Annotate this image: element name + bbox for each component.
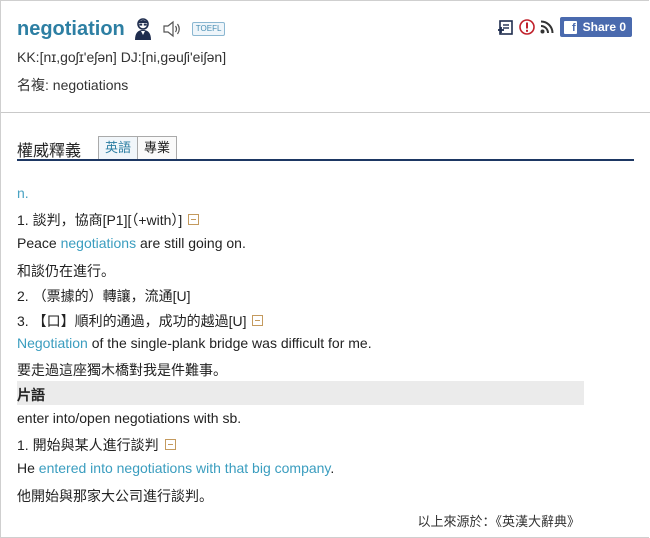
section-rule	[17, 159, 634, 161]
pronunciation: KK:[nɪ,goʃɪ'eʃən] DJ:[ni,gəuʃi'eiʃən]	[17, 49, 227, 65]
collapse-icon[interactable]	[188, 214, 200, 225]
collapse-icon[interactable]	[252, 315, 264, 326]
phrase: enter into/open negotiations with sb.	[17, 410, 242, 426]
facebook-share-button[interactable]: f Share 0	[559, 17, 632, 37]
part-of-speech: n.	[17, 185, 29, 201]
phrase-definition-1: 1. 開始與某人進行談判	[17, 435, 176, 455]
facebook-icon: f	[563, 20, 577, 34]
share-label: Share 0	[582, 20, 626, 34]
example-3: Negotiation of the single-plank bridge w…	[17, 335, 372, 351]
translation-1: 和談仍在進行。	[17, 263, 115, 279]
tab-professional[interactable]: 專業	[138, 136, 178, 159]
phrase-header-bar	[17, 381, 584, 405]
example-highlight: entered into negotiations with that big …	[38, 460, 331, 476]
rss-icon[interactable]	[540, 20, 554, 34]
plural-form: 名複: negotiations	[17, 77, 129, 93]
phrase-example-1: He entered into negotiations with that b…	[17, 460, 335, 476]
source-attribution: 以上來源於：《英漢大辭典》	[417, 514, 580, 529]
source-tabs: 英語 專業	[98, 136, 178, 159]
toolbar: f Share 0	[492, 17, 632, 37]
divider	[1, 112, 650, 113]
teacher-pronunciation-icon[interactable]	[134, 18, 152, 40]
definition-3: 3. 【口】順利的通過，成功的越過[U]	[17, 311, 264, 331]
example-1: Peace negotiations are still going on.	[17, 235, 246, 251]
definition-2: 2. （票據的）轉讓，流通[U]	[17, 288, 191, 304]
report-error-icon[interactable]	[518, 19, 535, 35]
example-highlight: negotiations	[60, 235, 137, 251]
translation-3: 要走過這座獨木橋對我是件難事。	[17, 362, 227, 378]
tab-english[interactable]: 英語	[98, 136, 139, 159]
definition-1: 1. 談判，協商[P1][（+with）]	[17, 210, 200, 230]
section-title: 權威釋義	[17, 143, 82, 160]
toefl-badge: TOEFL	[191, 22, 226, 36]
phrase-section-title: 片語	[17, 387, 45, 403]
phrase-translation-1: 他開始與那家大公司進行談判。	[17, 488, 213, 504]
entry-header: negotiation TOEFL	[17, 14, 226, 44]
example-highlight: Negotiation	[17, 335, 88, 351]
speaker-icon[interactable]	[162, 20, 182, 38]
wordbook-add-icon[interactable]	[497, 19, 514, 36]
headword: negotiation	[17, 17, 125, 40]
collapse-icon[interactable]	[164, 439, 176, 450]
